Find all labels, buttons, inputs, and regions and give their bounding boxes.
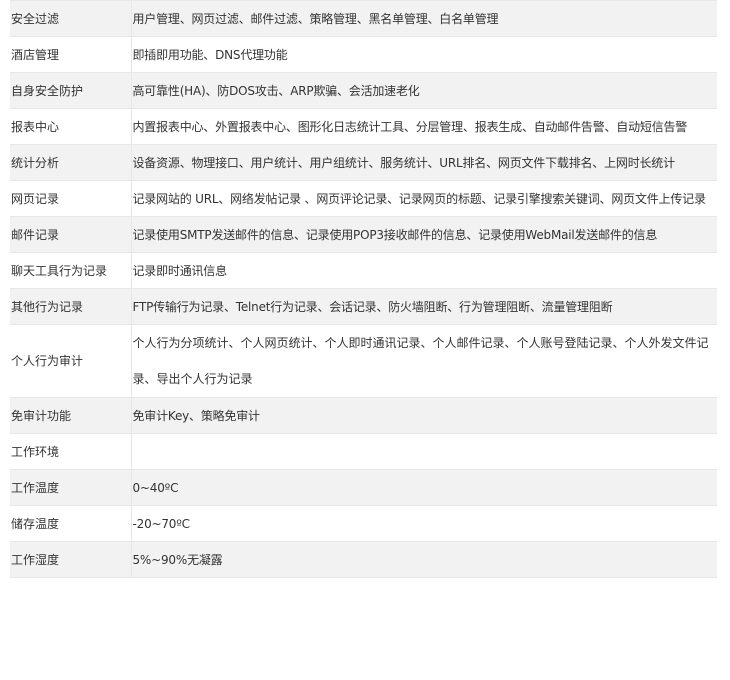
row-label: 储存温度 xyxy=(10,505,132,542)
row-value: 记录网站的 URL、网络发帖记录 、网页评论记录、记录网页的标题、记录引擎搜索关… xyxy=(131,180,717,217)
row-value: 记录即时通讯信息 xyxy=(131,252,717,289)
row-label: 工作环境 xyxy=(10,433,132,470)
row-label: 统计分析 xyxy=(10,144,132,181)
row-value: 用户管理、网页过滤、邮件过滤、策略管理、黑名单管理、白名单管理 xyxy=(131,0,717,37)
table-row: 个人行为审计 个人行为分项统计、个人网页统计、个人即时通讯记录、个人邮件记录、个… xyxy=(10,324,717,398)
table-row: 其他行为记录 FTP传输行为记录、Telnet行为记录、会话记录、防火墙阻断、行… xyxy=(10,288,717,325)
row-label: 自身安全防护 xyxy=(10,72,132,109)
row-value: 高可靠性(HA)、防DOS攻击、ARP欺骗、会活加速老化 xyxy=(131,72,717,109)
row-value: 0~40ºC xyxy=(131,469,717,506)
row-value: 免审计Key、策略免审计 xyxy=(131,397,717,434)
row-label: 个人行为审计 xyxy=(10,324,132,398)
table-row: 工作温度 0~40ºC xyxy=(10,469,717,506)
row-label: 酒店管理 xyxy=(10,36,132,73)
row-label: 工作湿度 xyxy=(10,541,132,578)
table-row: 报表中心 内置报表中心、外置报表中心、图形化日志统计工具、分层管理、报表生成、自… xyxy=(10,108,717,145)
row-label: 安全过滤 xyxy=(10,0,132,37)
row-value: 5%~90%无凝露 xyxy=(131,541,717,578)
row-label: 免审计功能 xyxy=(10,397,132,434)
row-value: FTP传输行为记录、Telnet行为记录、会话记录、防火墙阻断、行为管理阻断、流… xyxy=(131,288,717,325)
table-row: 免审计功能 免审计Key、策略免审计 xyxy=(10,397,717,434)
row-label: 工作温度 xyxy=(10,469,132,506)
table-row: 工作湿度 5%~90%无凝露 xyxy=(10,541,717,578)
table-row: 工作环境 xyxy=(10,433,717,470)
row-value: -20~70ºC xyxy=(131,505,717,542)
spec-table: 安全过滤 用户管理、网页过滤、邮件过滤、策略管理、黑名单管理、白名单管理 酒店管… xyxy=(10,0,717,578)
row-value: 记录使用SMTP发送邮件的信息、记录使用POP3接收邮件的信息、记录使用WebM… xyxy=(131,216,717,253)
row-value xyxy=(131,433,717,470)
row-label: 报表中心 xyxy=(10,108,132,145)
table-row: 酒店管理 即插即用功能、DNS代理功能 xyxy=(10,36,717,73)
row-value: 即插即用功能、DNS代理功能 xyxy=(131,36,717,73)
table-row: 储存温度 -20~70ºC xyxy=(10,505,717,542)
table-row: 网页记录 记录网站的 URL、网络发帖记录 、网页评论记录、记录网页的标题、记录… xyxy=(10,180,717,217)
row-label: 聊天工具行为记录 xyxy=(10,252,132,289)
table-row: 聊天工具行为记录 记录即时通讯信息 xyxy=(10,252,717,289)
row-label: 网页记录 xyxy=(10,180,132,217)
table-row: 统计分析 设备资源、物理接口、用户统计、用户组统计、服务统计、URL排名、网页文… xyxy=(10,144,717,181)
table-row: 自身安全防护 高可靠性(HA)、防DOS攻击、ARP欺骗、会活加速老化 xyxy=(10,72,717,109)
row-label: 其他行为记录 xyxy=(10,288,132,325)
row-label: 邮件记录 xyxy=(10,216,132,253)
table-row: 安全过滤 用户管理、网页过滤、邮件过滤、策略管理、黑名单管理、白名单管理 xyxy=(10,0,717,37)
row-value: 个人行为分项统计、个人网页统计、个人即时通讯记录、个人邮件记录、个人账号登陆记录… xyxy=(131,324,717,398)
row-value: 内置报表中心、外置报表中心、图形化日志统计工具、分层管理、报表生成、自动邮件告警… xyxy=(131,108,717,145)
row-value: 设备资源、物理接口、用户统计、用户组统计、服务统计、URL排名、网页文件下载排名… xyxy=(131,144,717,181)
table-row: 邮件记录 记录使用SMTP发送邮件的信息、记录使用POP3接收邮件的信息、记录使… xyxy=(10,216,717,253)
